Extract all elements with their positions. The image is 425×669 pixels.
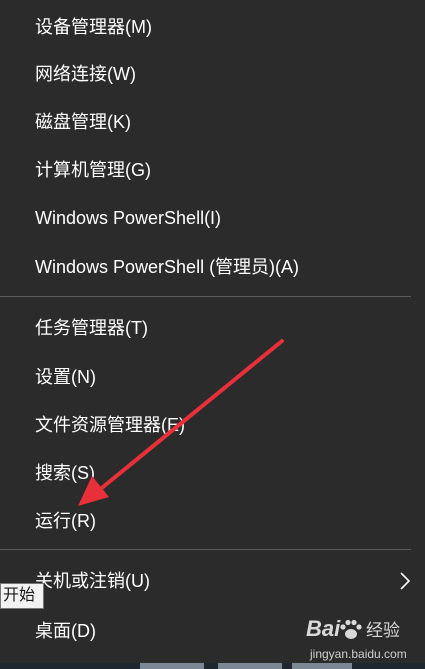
menu-item-shutdown-signout[interactable]: 关机或注销(U) xyxy=(35,569,150,593)
menu-item-settings[interactable]: 设置(N) xyxy=(35,365,96,389)
menu-item-disk-management[interactable]: 磁盘管理(K) xyxy=(35,110,131,134)
taskbar-strip xyxy=(0,663,425,669)
paw-icon xyxy=(340,619,362,639)
taskbar-button[interactable] xyxy=(140,663,204,669)
menu-item-powershell-admin[interactable]: Windows PowerShell (管理员)(A) xyxy=(35,255,299,279)
menu-item-network-connections[interactable]: 网络连接(W) xyxy=(35,62,136,86)
start-tooltip: 开始 xyxy=(0,583,44,609)
menu-item-computer-management[interactable]: 计算机管理(G) xyxy=(35,158,151,182)
taskbar-button[interactable] xyxy=(218,663,282,669)
watermark-url: jingyan.baidu.com xyxy=(310,647,407,661)
menu-item-powershell[interactable]: Windows PowerShell(I) xyxy=(35,206,221,230)
menu-item-device-manager[interactable]: 设备管理器(M) xyxy=(35,15,152,39)
chevron-right-icon[interactable] xyxy=(396,568,416,594)
menu-item-desktop[interactable]: 桌面(D) xyxy=(35,619,96,643)
menu-separator xyxy=(0,296,411,297)
menu-item-search[interactable]: 搜索(S) xyxy=(35,461,95,485)
winx-context-menu: 设备管理器(M) 网络连接(W) 磁盘管理(K) 计算机管理(G) Window… xyxy=(0,0,425,669)
menu-item-file-explorer[interactable]: 文件资源管理器(E) xyxy=(35,413,185,437)
menu-separator xyxy=(0,549,411,550)
menu-item-task-manager[interactable]: 任务管理器(T) xyxy=(35,316,148,340)
watermark-brand-cn: 经验 xyxy=(366,621,400,640)
taskbar-button[interactable] xyxy=(292,663,352,669)
watermark-brand: Bai xyxy=(306,616,341,641)
baidu-jingyan-watermark: Bai 经验 jingyan.baidu.com xyxy=(306,616,421,666)
menu-item-run[interactable]: 运行(R) xyxy=(35,509,96,533)
